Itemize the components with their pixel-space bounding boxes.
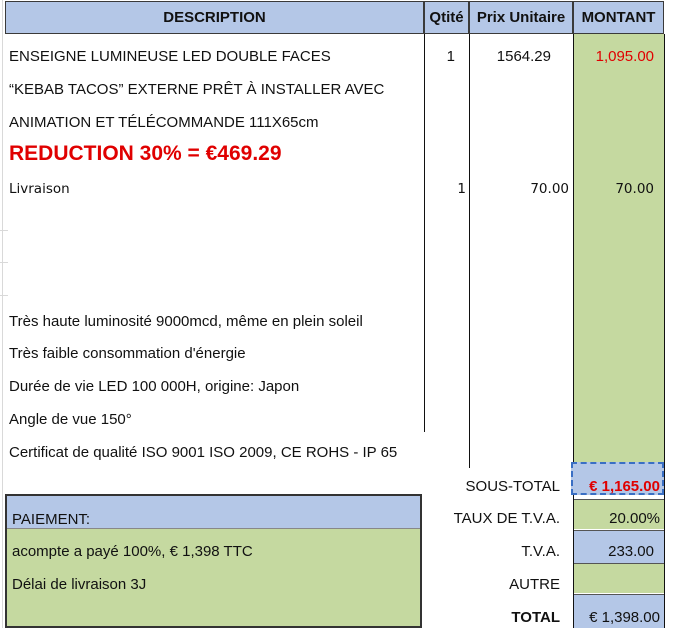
total-value: € 1,398.00: [589, 609, 660, 626]
reduction-label: REDUCTION 30% = €469.29: [9, 142, 282, 165]
feature-line: Certificat de qualité ISO 9001 ISO 2009,…: [9, 444, 398, 461]
subtotal-value: € 1,165.00: [589, 478, 660, 495]
item-description-line: ANIMATION ET TÉLÉCOMMANDE 111X65cm: [9, 114, 319, 131]
vat-value: 233.00: [608, 543, 654, 560]
feature-line: Angle de vue 150°: [9, 411, 132, 428]
amount-column: [573, 34, 664, 468]
payment-title: PAIEMENT:: [12, 511, 91, 528]
header-description: DESCRIPTION: [5, 1, 424, 34]
item-qty: 1: [457, 181, 466, 197]
item-description-line: Livraison: [9, 181, 70, 197]
feature-line: Durée de vie LED 100 000H, origine: Japo…: [9, 378, 300, 395]
vat-label: T.V.A.: [521, 543, 560, 560]
subtotal-label: SOUS-TOTAL: [465, 478, 560, 495]
grid-line: [0, 262, 8, 263]
item-qty: 1: [446, 48, 455, 65]
feature-line: Très haute luminosité 9000mcd, même en p…: [9, 313, 363, 330]
vat-rate-value: 20.00%: [609, 510, 660, 527]
item-unit-price: 1564.29: [496, 48, 551, 65]
item-description-line: ENSEIGNE LUMINEUSE LED DOUBLE FACES: [9, 48, 331, 65]
payment-delivery: Délai de livraison 3J: [12, 576, 147, 593]
feature-line: Très faible consommation d'énergie: [9, 345, 246, 362]
item-unit-price: 70.00: [530, 181, 569, 197]
grid-line: [0, 230, 8, 231]
vat-rate-label: TAUX DE T.V.A.: [453, 510, 560, 527]
other-value-cell: [574, 563, 664, 593]
divider-amount-right: [664, 34, 665, 628]
item-amount: 70.00: [615, 181, 654, 197]
payment-deposit: acompte a payé 100%, € 1,398 TTC: [12, 543, 253, 560]
header-unit-price: Prix Unitaire: [469, 1, 573, 34]
header-qty: Qtité: [424, 1, 469, 34]
item-amount: 1,095.00: [595, 48, 654, 65]
item-description-line: “KEBAB TACOS” EXTERNE PRÊT À INSTALLER A…: [9, 81, 385, 98]
grid-line: [0, 295, 8, 296]
total-label: TOTAL: [511, 609, 560, 626]
header-amount: MONTANT: [573, 1, 664, 34]
grid-line: [2, 0, 3, 628]
other-label: AUTRE: [509, 576, 560, 593]
divider-unit-price: [469, 34, 470, 468]
divider-qty: [424, 34, 425, 432]
